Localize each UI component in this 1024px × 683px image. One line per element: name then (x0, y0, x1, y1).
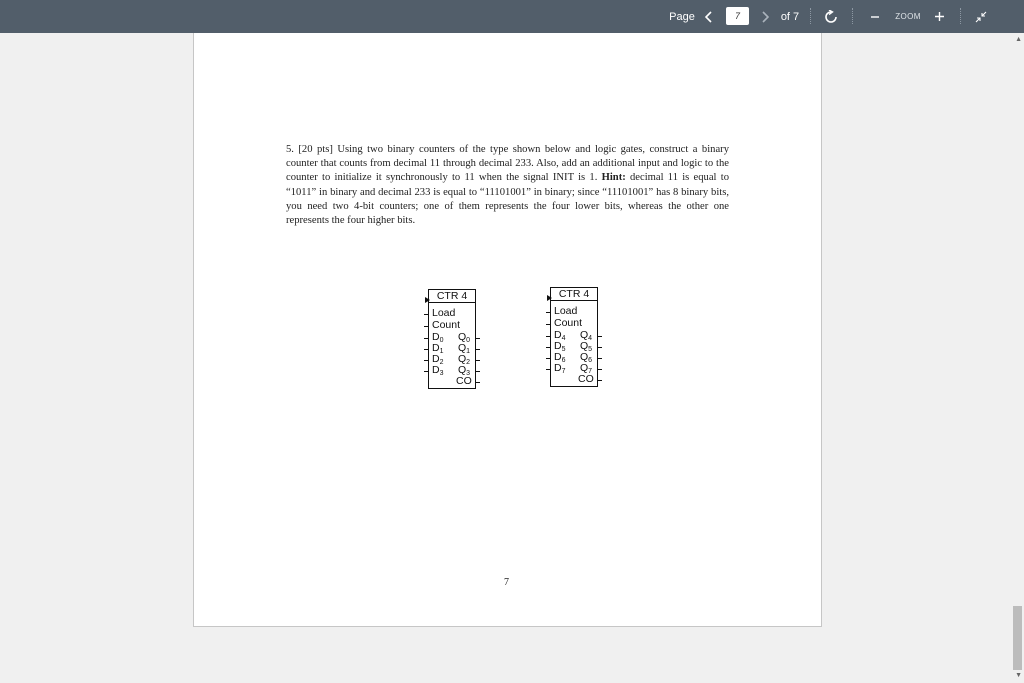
toolbar-divider (810, 8, 811, 24)
scroll-up-icon[interactable]: ▲ (1015, 36, 1022, 43)
load-label: Load (554, 305, 578, 317)
page-label: Page (669, 10, 695, 23)
problem-statement: 5. [20 pts] Using two binary counters of… (286, 143, 729, 228)
data-input-d3: D3 (432, 364, 444, 378)
carry-out-label: CO (578, 373, 594, 385)
toolbar-divider (852, 8, 853, 24)
count-label: Count (554, 317, 583, 329)
q-pin-line (475, 371, 480, 372)
count-label: Count (432, 319, 461, 331)
d-pin-line (424, 371, 429, 372)
counter-title: CTR 4 (551, 288, 597, 301)
collapse-icon[interactable] (970, 0, 992, 33)
load-pin-line (424, 314, 429, 315)
counter-block-higher: CTR 4 Load Count D4 D5 D6 D7 Q4 Q5 Q6 Q7… (546, 287, 602, 387)
scroll-down-icon[interactable]: ▼ (1015, 672, 1022, 679)
pdf-page: 5. [20 pts] Using two binary counters of… (193, 33, 822, 627)
co-pin-line (597, 380, 602, 381)
q-pin-line (475, 360, 480, 361)
d-pin-line (424, 360, 429, 361)
load-label: Load (432, 307, 456, 319)
carry-out-label: CO (456, 375, 472, 387)
d-pin-line (546, 336, 551, 337)
previous-page-icon[interactable] (700, 0, 718, 33)
document-viewer: 5. [20 pts] Using two binary counters of… (0, 33, 1024, 683)
d-pin-line (546, 347, 551, 348)
d-pin-line (424, 338, 429, 339)
d-pin-line (546, 358, 551, 359)
rotate-icon[interactable] (820, 0, 842, 33)
q-pin-line (597, 347, 602, 348)
count-pin-line (424, 326, 429, 327)
count-pin-line (546, 324, 551, 325)
clock-input-icon (547, 295, 552, 301)
q-pin-line (597, 336, 602, 337)
zoom-label: ZOOM (895, 12, 921, 21)
toolbar-divider (960, 8, 961, 24)
q-pin-line (597, 358, 602, 359)
zoom-in-icon[interactable] (930, 0, 948, 33)
q-pin-line (475, 349, 480, 350)
clock-input-icon (425, 297, 430, 303)
co-pin-line (475, 382, 480, 383)
counter-title: CTR 4 (429, 290, 475, 303)
data-input-d7: D7 (554, 362, 566, 376)
next-page-icon[interactable] (756, 0, 774, 33)
d-pin-line (424, 349, 429, 350)
pdf-toolbar: Page of 7 ZOOM (0, 0, 1024, 33)
scrollbar-thumb[interactable] (1013, 606, 1022, 670)
q-pin-line (475, 338, 480, 339)
total-pages-label: of 7 (780, 10, 800, 23)
page-number-footer: 7 (504, 577, 509, 588)
load-pin-line (546, 312, 551, 313)
page-number-input[interactable] (726, 7, 749, 25)
hint-label: Hint: (601, 172, 626, 184)
q-pin-line (597, 369, 602, 370)
d-pin-line (546, 369, 551, 370)
zoom-out-icon[interactable] (866, 0, 884, 33)
counter-block-lower: CTR 4 Load Count D0 D1 D2 D3 Q0 Q1 Q2 Q3… (424, 289, 480, 389)
